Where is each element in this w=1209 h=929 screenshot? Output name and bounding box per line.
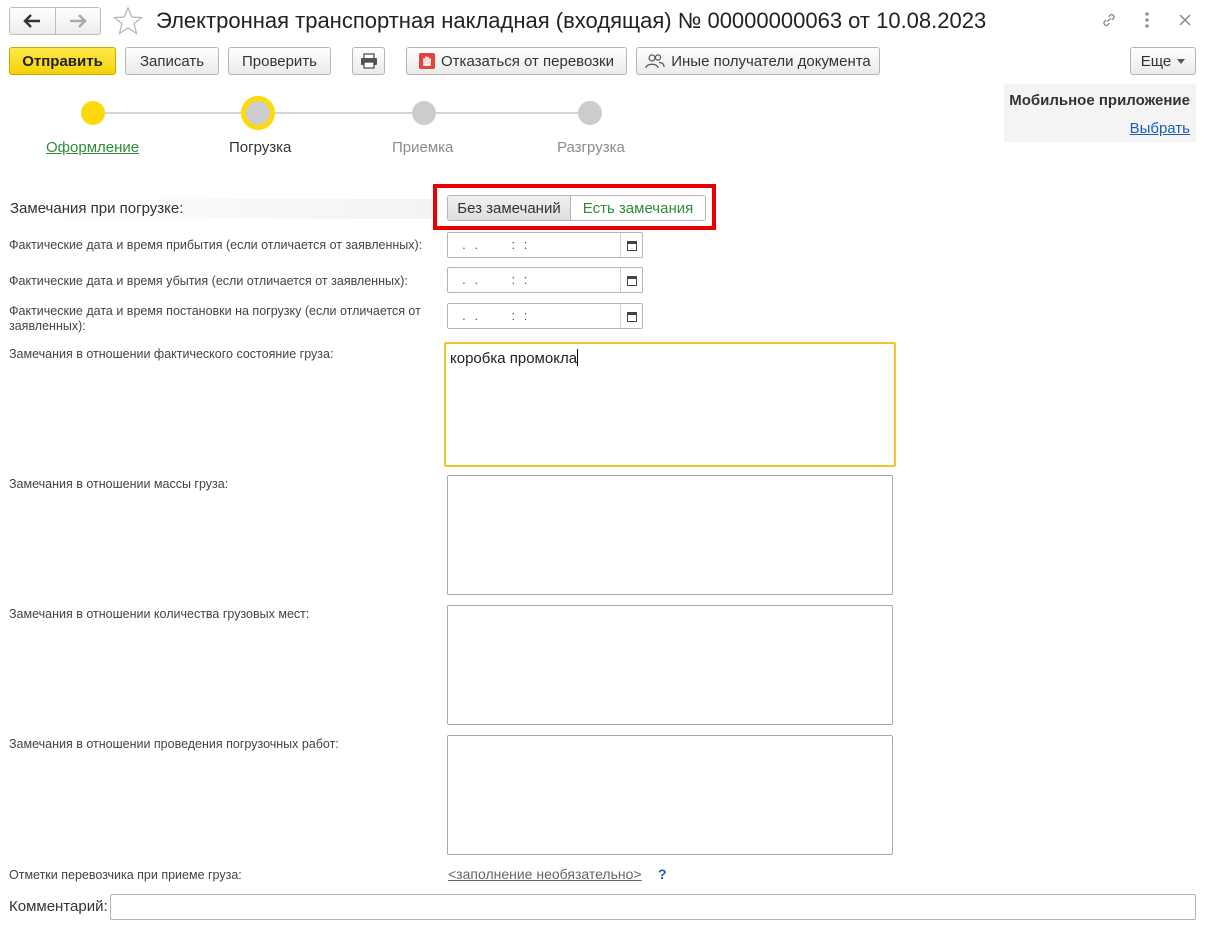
back-button[interactable] [10,8,55,34]
step-dot-loading [241,96,275,130]
step-dot-unloading [578,101,602,125]
favorite-star-icon[interactable] [112,6,144,36]
places-remarks-label: Замечания в отношении количества грузовы… [9,607,310,621]
condition-remarks-textarea[interactable]: коробка промокла [444,342,896,467]
help-question-icon[interactable]: ? [658,866,667,882]
other-recipients-label: Иные получатели документа [671,52,871,70]
steps-track [93,112,590,114]
link-icon[interactable] [1101,8,1117,32]
window-title: Электронная транспортная накладная (вход… [156,8,987,33]
text-caret [577,349,579,366]
step-dot-acceptance [412,101,436,125]
mobile-app-panel: Мобильное приложение Выбрать [1004,84,1196,142]
printer-icon [360,53,377,69]
departure-datetime-value[interactable]: . . : : [448,268,620,292]
arrival-datetime-value[interactable]: . . : : [448,233,620,257]
navigation-buttons [9,7,101,35]
carrier-marks-link[interactable]: <заполнение необязательно> [448,866,642,882]
refuse-transport-label: Отказаться от перевозки [441,52,614,70]
has-remarks-option[interactable]: Есть замечания [571,196,705,220]
departure-datetime-field[interactable]: . . : : [447,267,643,293]
carrier-marks-label: Отметки перевозчика при приеме груза: [9,868,242,882]
remarks-toggle: Без замечаний Есть замечания [447,195,706,221]
print-button[interactable] [352,47,385,75]
close-icon[interactable] [1177,8,1193,32]
loading-datetime-label: Фактические дата и время постановки на п… [9,304,421,333]
mobile-app-title: Мобильное приложение [1009,92,1190,109]
loading-datetime-field[interactable]: . . : : [447,303,643,329]
step-loading-label: Погрузка [229,139,292,156]
mass-remarks-label: Замечания в отношении массы груза: [9,477,229,491]
more-vertical-icon[interactable] [1139,8,1155,32]
loading-remarks-label: Замечания при погрузке: [10,200,184,217]
no-remarks-option[interactable]: Без замечаний [448,196,571,220]
condition-remarks-label: Замечания в отношении фактического состо… [9,347,334,361]
loading-datetime-value[interactable]: . . : : [448,304,620,328]
send-button[interactable]: Отправить [9,47,116,75]
comment-input[interactable] [110,894,1196,920]
step-unloading-label: Разгрузка [557,139,625,156]
window-controls [1101,8,1193,32]
calendar-icon[interactable] [620,268,642,292]
condition-remarks-text: коробка промокла [450,350,578,367]
arrival-datetime-field[interactable]: . . : : [447,232,643,258]
comment-label: Комментарий: [9,898,108,915]
mass-remarks-textarea[interactable] [447,475,893,595]
works-remarks-textarea[interactable] [447,735,893,855]
more-label: Еще [1140,52,1172,70]
dropdown-arrow-icon [1177,58,1186,64]
mobile-app-select-link[interactable]: Выбрать [1130,120,1190,137]
calendar-icon[interactable] [620,304,642,328]
other-recipients-button[interactable]: Иные получатели документа [636,47,880,75]
save-button[interactable]: Записать [125,47,219,75]
step-design-link[interactable]: Оформление [46,139,139,156]
step-dot-design [81,101,105,125]
step-acceptance-label: Приемка [392,139,454,156]
refuse-transport-button[interactable]: Отказаться от перевозки [406,47,627,75]
calendar-icon[interactable] [620,233,642,257]
users-icon [645,53,665,69]
stop-hand-icon [419,53,436,69]
departure-datetime-label: Фактические дата и время убытия (если от… [9,274,408,288]
more-button[interactable]: Еще [1130,47,1196,75]
arrow-left-icon [23,14,41,28]
places-remarks-textarea[interactable] [447,605,893,725]
works-remarks-label: Замечания в отношении проведения погрузо… [9,737,339,751]
arrow-right-icon [69,14,87,28]
arrival-datetime-label: Фактические дата и время прибытия (если … [9,238,423,252]
check-button[interactable]: Проверить [228,47,331,75]
forward-button[interactable] [54,8,101,34]
